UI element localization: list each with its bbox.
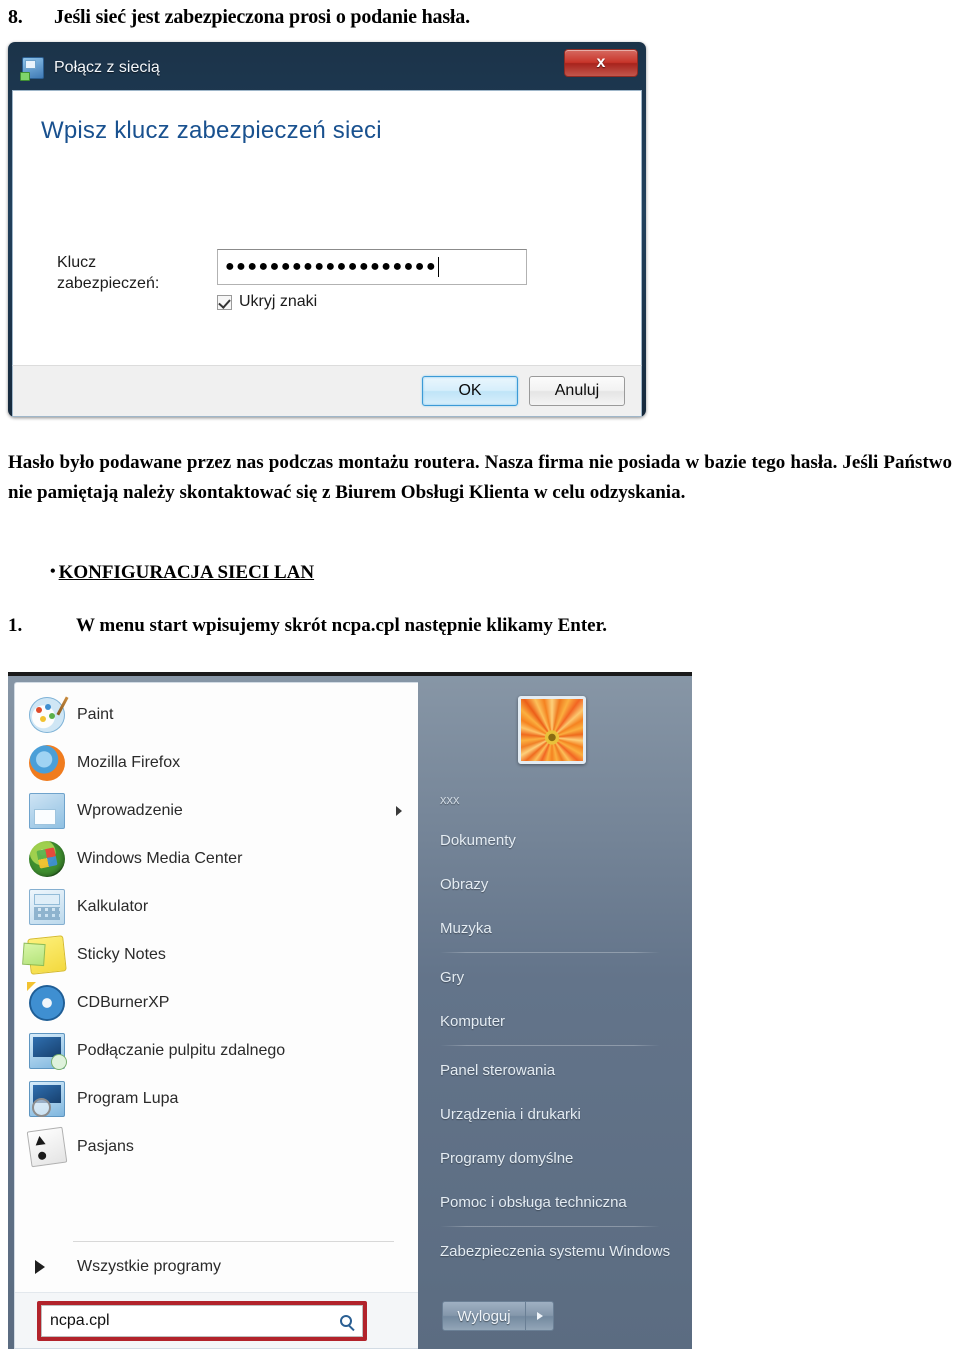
list-item[interactable]: Podłączanie pulpitu zdalnego bbox=[15, 1027, 418, 1075]
left-column-spacer bbox=[15, 1171, 418, 1241]
ok-button[interactable]: OK bbox=[422, 376, 518, 406]
start-menu-left-column: Paint Mozilla Firefox Wprowadzenie Windo… bbox=[14, 682, 418, 1349]
close-icon[interactable]: x bbox=[564, 49, 638, 77]
security-key-label: Klucz zabezpieczeń: bbox=[57, 249, 217, 294]
logoff-button[interactable]: Wyloguj bbox=[442, 1301, 526, 1331]
magnifier-icon bbox=[29, 1081, 65, 1117]
right-item-programy-domyslne[interactable]: Programy domyślne bbox=[418, 1136, 686, 1180]
step-1-text-middle: następnie klikamy bbox=[399, 615, 558, 636]
search-highlight-box: ncpa.cpl bbox=[37, 1300, 367, 1341]
cdburnerxp-icon bbox=[27, 982, 65, 1021]
program-label: Sticky Notes bbox=[77, 946, 166, 963]
right-item-pomoc-i-obsluga[interactable]: Pomoc i obsługa techniczna bbox=[418, 1180, 686, 1224]
start-menu-screenshot: Paint Mozilla Firefox Wprowadzenie Windo… bbox=[8, 672, 692, 1349]
cancel-button[interactable]: Anuluj bbox=[529, 376, 625, 406]
right-item-urzadzenia-i-drukarki[interactable]: Urządzenia i drukarki bbox=[418, 1092, 686, 1136]
step-1-text-before: W menu start wpisujemy skrót bbox=[76, 615, 332, 636]
divider bbox=[440, 1045, 660, 1046]
network-icon bbox=[20, 57, 44, 81]
program-label: Pasjans bbox=[77, 1138, 134, 1155]
step-8-number: 8. bbox=[8, 6, 23, 28]
divider bbox=[440, 1226, 660, 1227]
explanatory-paragraph: Hasło było podawane przez nas podczas mo… bbox=[8, 452, 952, 503]
connect-to-network-dialog-screenshot: Połącz z siecią x Wpisz klucz zabezpiecz… bbox=[8, 42, 646, 417]
start-menu-right-column: xxx Dokumenty Obrazy Muzyka Gry Komputer… bbox=[418, 682, 686, 1349]
divider bbox=[440, 952, 660, 953]
right-item-gry[interactable]: Gry bbox=[418, 955, 686, 999]
logoff-row: Wyloguj bbox=[418, 1301, 686, 1349]
right-item-muzyka[interactable]: Muzyka bbox=[418, 906, 686, 950]
right-item-dokumenty[interactable]: Dokumenty bbox=[418, 818, 686, 862]
list-item[interactable]: Sticky Notes bbox=[15, 931, 418, 979]
dialog-title: Połącz z siecią bbox=[54, 59, 160, 76]
dialog-title-bar: Połącz z siecią x bbox=[12, 46, 642, 90]
step-1-number: 1. bbox=[8, 615, 23, 636]
program-label: CDBurnerXP bbox=[77, 994, 170, 1011]
section-heading-text: KONFIGURACJA SIECI LAN bbox=[58, 562, 315, 583]
step-8-text: Jeśli sieć jest zabezpieczona prosi o po… bbox=[54, 6, 470, 28]
step-1-command: ncpa.cpl bbox=[331, 615, 400, 636]
program-label: Wprowadzenie bbox=[77, 802, 183, 819]
user-name[interactable]: xxx bbox=[418, 780, 686, 818]
program-label: Mozilla Firefox bbox=[77, 754, 181, 771]
list-item[interactable]: Program Lupa bbox=[15, 1075, 418, 1123]
list-item[interactable]: Wprowadzenie bbox=[15, 787, 418, 835]
security-key-field-row: Klucz zabezpieczeń: ●●●●●●●●●●●●●●●●●●● … bbox=[57, 249, 527, 311]
all-programs-button[interactable]: Wszystkie programy bbox=[15, 1242, 418, 1292]
chevron-right-icon bbox=[396, 806, 402, 816]
calculator-icon bbox=[29, 889, 65, 925]
program-label: Windows Media Center bbox=[77, 850, 243, 867]
avatar-wrap bbox=[418, 694, 686, 780]
right-item-zabezpieczenia-systemu-windows[interactable]: Zabezpieczenia systemu Windows bbox=[418, 1229, 686, 1273]
list-item[interactable]: Mozilla Firefox bbox=[15, 739, 418, 787]
avatar[interactable] bbox=[518, 696, 586, 764]
dialog-heading: Wpisz klucz zabezpieczeń sieci bbox=[41, 117, 382, 144]
dialog-body: Wpisz klucz zabezpieczeń sieci Klucz zab… bbox=[12, 90, 642, 365]
security-key-label-line2: zabezpieczeń: bbox=[57, 275, 160, 292]
step-1-key: Enter. bbox=[557, 615, 608, 636]
getting-started-icon bbox=[29, 793, 65, 829]
right-item-obrazy[interactable]: Obrazy bbox=[418, 862, 686, 906]
section-heading-lan: • KONFIGURACJA SIECI LAN bbox=[50, 562, 314, 584]
solitaire-icon bbox=[26, 1126, 68, 1168]
text-caret bbox=[438, 257, 440, 277]
list-item[interactable]: Kalkulator bbox=[15, 883, 418, 931]
remote-desktop-icon bbox=[29, 1033, 67, 1070]
security-key-input[interactable]: ●●●●●●●●●●●●●●●●●●● bbox=[217, 249, 527, 285]
search-bar: ncpa.cpl bbox=[15, 1292, 418, 1348]
list-item[interactable]: Windows Media Center bbox=[15, 835, 418, 883]
search-input[interactable]: ncpa.cpl bbox=[41, 1304, 363, 1337]
windows-media-center-icon bbox=[29, 841, 65, 877]
right-item-panel-sterowania[interactable]: Panel sterowania bbox=[418, 1048, 686, 1092]
search-icon bbox=[340, 1314, 352, 1327]
right-item-komputer[interactable]: Komputer bbox=[418, 999, 686, 1043]
program-label: Program Lupa bbox=[77, 1090, 179, 1107]
search-input-value: ncpa.cpl bbox=[50, 1311, 110, 1329]
start-menu-program-list: Paint Mozilla Firefox Wprowadzenie Windo… bbox=[15, 683, 418, 1171]
paint-icon bbox=[29, 697, 65, 733]
program-label: Kalkulator bbox=[77, 898, 149, 915]
start-menu-frame: Paint Mozilla Firefox Wprowadzenie Windo… bbox=[8, 672, 692, 1349]
firefox-icon bbox=[29, 745, 65, 781]
security-key-input-wrap: ●●●●●●●●●●●●●●●●●●● Ukryj znaki bbox=[217, 249, 527, 311]
bullet-marker: • bbox=[50, 563, 56, 580]
all-programs-label: Wszystkie programy bbox=[77, 1258, 222, 1275]
chevron-right-icon[interactable] bbox=[526, 1301, 554, 1331]
checkbox-checked-icon bbox=[217, 294, 232, 310]
list-item[interactable]: Paint bbox=[15, 691, 418, 739]
security-key-value: ●●●●●●●●●●●●●●●●●●● bbox=[225, 258, 438, 275]
program-label: Podłączanie pulpitu zdalnego bbox=[77, 1042, 286, 1059]
step-1-line: 1. W menu start wpisujemy skrót ncpa.cpl … bbox=[8, 615, 952, 637]
hide-characters-label: Ukryj znaki bbox=[239, 293, 318, 310]
list-item[interactable]: Pasjans bbox=[15, 1123, 418, 1171]
sticky-notes-icon bbox=[27, 935, 67, 975]
list-item[interactable]: CDBurnerXP bbox=[15, 979, 418, 1027]
chevron-right-icon bbox=[35, 1260, 45, 1274]
program-label: Paint bbox=[77, 706, 114, 723]
security-key-label-line1: Klucz bbox=[57, 254, 97, 271]
hide-characters-checkbox[interactable]: Ukryj znaki bbox=[217, 293, 527, 311]
step-8-line: 8. Jeśli sieć jest zabezpieczona prosi o … bbox=[8, 6, 470, 29]
dialog-footer: OK Anuluj bbox=[12, 365, 642, 417]
